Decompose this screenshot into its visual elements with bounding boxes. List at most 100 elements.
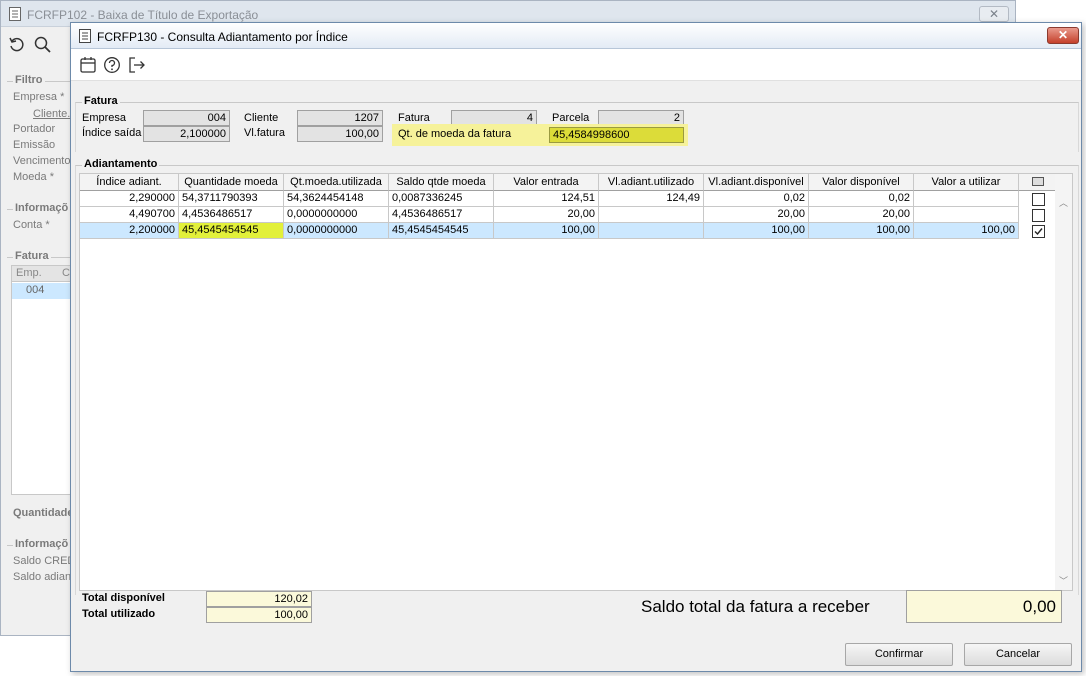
document-icon xyxy=(79,29,91,43)
background-info-title-2: Informaçõ xyxy=(13,538,71,550)
background-label-saldo-adian: Saldo adian xyxy=(13,571,72,583)
vl-fatura-field[interactable]: 100,00 xyxy=(297,126,383,142)
cell-valor-disponivel: 20,00 xyxy=(809,207,914,223)
col-select-all[interactable] xyxy=(1019,174,1057,191)
background-label-moeda: Moeda * xyxy=(13,171,54,183)
cell-vl-adiant-utilizado xyxy=(599,223,704,239)
empresa-field[interactable]: 004 xyxy=(143,110,230,126)
background-info-title: Informaçõ xyxy=(13,202,71,214)
qt-moeda-label: Qt. de moeda da fatura xyxy=(398,128,512,140)
cell-quantidade-moeda: 45,4545454545 xyxy=(179,223,284,239)
dialog-titlebar: FCRFP130 - Consulta Adiantamento por Índ… xyxy=(71,23,1081,49)
col-valor-a-utilizar[interactable]: Valor a utilizar xyxy=(914,174,1019,191)
background-window-title: FCRFP102 - Baixa de Título de Exportação xyxy=(27,8,259,22)
col-quantidade-moeda[interactable]: Quantidade moeda xyxy=(179,174,284,191)
row-checkbox[interactable] xyxy=(1032,209,1045,222)
cell-saldo-qtde-moeda: 45,4545454545 xyxy=(389,223,494,239)
background-fatura-title: Fatura xyxy=(13,250,51,262)
adiantamento-grid[interactable]: Índice adiant. Quantidade moeda Qt.moeda… xyxy=(79,173,1073,591)
indice-saida-label: Índice saída xyxy=(82,127,142,139)
saldo-total-label: Saldo total da fatura a receber xyxy=(641,597,870,616)
cell-valor-a-utilizar[interactable] xyxy=(914,191,1019,207)
cell-vl-adiant-disponivel: 0,02 xyxy=(704,191,809,207)
cell-indice-adiant: 2,290000 xyxy=(80,191,179,207)
select-all-icon[interactable] xyxy=(1031,177,1044,186)
cell-indice-adiant: 4,490700 xyxy=(80,207,179,223)
check-icon xyxy=(1034,228,1043,236)
qt-moeda-field[interactable]: 45,4584998600 xyxy=(549,127,684,143)
row-checkbox[interactable] xyxy=(1032,193,1045,206)
indice-saida-field[interactable]: 2,100000 xyxy=(143,126,230,142)
fatura-label: Fatura xyxy=(398,112,430,124)
cell-valor-a-utilizar[interactable]: 100,00 xyxy=(914,223,1019,239)
table-row[interactable]: 004 xyxy=(12,283,72,299)
cell-saldo-qtde-moeda: 4,4536486517 xyxy=(389,207,494,223)
cell-valor-disponivel: 100,00 xyxy=(809,223,914,239)
scroll-down-icon[interactable]: ﹀ xyxy=(1059,574,1068,587)
col-valor-entrada[interactable]: Valor entrada xyxy=(494,174,599,191)
dialog-title: FCRFP130 - Consulta Adiantamento por Índ… xyxy=(97,30,348,44)
cell-vl-adiant-utilizado xyxy=(599,207,704,223)
background-label-emissao: Emissão xyxy=(13,139,56,151)
background-table-header: Emp. Cl xyxy=(12,266,72,282)
cell-qt-moeda-utilizada: 0,0000000000 xyxy=(284,223,389,239)
cell-quantidade-moeda: 4,4536486517 xyxy=(179,207,284,223)
scroll-up-icon[interactable]: ︿ xyxy=(1059,196,1068,209)
background-label-vencimento: Vencimento xyxy=(13,155,71,167)
cliente-label: Cliente xyxy=(244,112,279,124)
cell-saldo-qtde-moeda: 0,0087336245 xyxy=(389,191,494,207)
cell-qt-moeda-utilizada: 54,3624454148 xyxy=(284,191,389,207)
cell-valor-entrada: 124,51 xyxy=(494,191,599,207)
cell-valor-entrada: 20,00 xyxy=(494,207,599,223)
grid-vertical-scrollbar[interactable]: ︿ ﹀ xyxy=(1055,174,1072,590)
total-disponivel-label: Total disponível xyxy=(82,592,165,604)
exit-icon[interactable] xyxy=(128,56,146,74)
background-fatura-table[interactable]: Emp. Cl 004 xyxy=(11,265,73,495)
cell-valor-disponivel: 0,02 xyxy=(809,191,914,207)
empresa-label: Empresa xyxy=(82,112,127,124)
col-vl-adiant-disponivel[interactable]: Vl.adiant.disponível xyxy=(704,174,809,191)
background-close-button[interactable]: ✕ xyxy=(979,6,1009,22)
col-vl-adiant-utilizado[interactable]: Vl.adiant.utilizado xyxy=(599,174,704,191)
background-filter-title: Filtro xyxy=(13,74,45,86)
background-label-conta: Conta * xyxy=(13,219,50,231)
cell-indice-adiant: 2,200000 xyxy=(80,223,179,239)
cell-valor-entrada: 100,00 xyxy=(494,223,599,239)
col-saldo-qtde-moeda[interactable]: Saldo qtde moeda xyxy=(389,174,494,191)
saldo-total-field: 0,00 xyxy=(906,590,1062,623)
col-valor-disponivel[interactable]: Valor disponível xyxy=(809,174,914,191)
total-utilizado-label: Total utilizado xyxy=(82,608,156,620)
help-icon[interactable] xyxy=(103,56,121,74)
vl-fatura-label: Vl.fatura xyxy=(244,127,285,139)
adiantamento-group-title: Adiantamento xyxy=(82,158,160,170)
cell-valor-a-utilizar[interactable] xyxy=(914,207,1019,223)
document-icon xyxy=(9,7,21,21)
cliente-field[interactable]: 1207 xyxy=(297,110,383,126)
cancelar-button[interactable]: Cancelar xyxy=(964,643,1072,666)
cell-quantidade-moeda: 54,3711790393 xyxy=(179,191,284,207)
row-checkbox-checked[interactable] xyxy=(1032,225,1045,238)
background-label-empresa: Empresa * xyxy=(13,91,65,103)
confirmar-button[interactable]: Confirmar xyxy=(845,643,953,666)
search-icon[interactable] xyxy=(33,35,53,55)
dialog-window: FCRFP130 - Consulta Adiantamento por Índ… xyxy=(70,22,1082,672)
total-utilizado-field: 100,00 xyxy=(206,607,312,623)
cell-vl-adiant-disponivel: 100,00 xyxy=(704,223,809,239)
dialog-close-button[interactable]: ✕ xyxy=(1047,27,1079,44)
calendar-icon[interactable] xyxy=(79,56,97,74)
background-label-portador: Portador xyxy=(13,123,56,135)
background-link-cliente[interactable]: Cliente.. xyxy=(33,108,73,120)
background-row-emp: 004 xyxy=(26,284,45,296)
parcela-label: Parcela xyxy=(552,112,590,124)
col-qt-moeda-utilizada[interactable]: Qt.moeda.utilizada xyxy=(284,174,389,191)
col-indice-adiant[interactable]: Índice adiant. xyxy=(80,174,179,191)
cell-vl-adiant-utilizado: 124,49 xyxy=(599,191,704,207)
background-col-emp: Emp. xyxy=(16,267,42,279)
fatura-group-title: Fatura xyxy=(82,95,120,107)
background-label-quantidade: Quantidade xyxy=(13,507,74,519)
cell-qt-moeda-utilizada: 0,0000000000 xyxy=(284,207,389,223)
background-info-group-2: Informaçõ xyxy=(7,538,73,595)
background-label-saldo-cred: Saldo CRED xyxy=(13,555,76,567)
total-disponivel-field: 120,02 xyxy=(206,591,312,607)
refresh-icon[interactable] xyxy=(7,35,27,55)
